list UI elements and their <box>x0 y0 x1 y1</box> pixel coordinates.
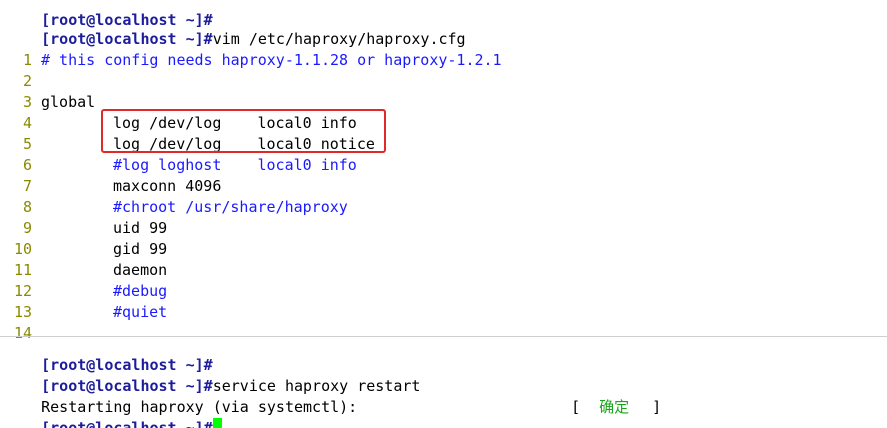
highlight-box <box>101 109 386 153</box>
comment-text: #log loghost local0 info <box>113 156 357 174</box>
line-number: 10 <box>13 240 32 258</box>
comment-text: #chroot /usr/share/haproxy <box>113 198 348 216</box>
code-line: 9 uid 99 <box>0 218 167 239</box>
code-text: maxconn 4096 <box>113 177 222 195</box>
line-number: 12 <box>13 282 32 300</box>
line-number: 13 <box>13 303 32 321</box>
line-number: 6 <box>22 156 32 174</box>
line-number: 2 <box>22 72 32 90</box>
line-number: 9 <box>22 219 32 237</box>
line-number: 8 <box>22 198 32 216</box>
status-bracket-close-wrap: ] <box>616 376 661 416</box>
terminal-line-2: [root@localhost ~]#service haproxy resta… <box>5 355 420 395</box>
line-number: 1 <box>22 51 32 69</box>
code-line: 10 gid 99 <box>0 239 167 260</box>
code-line: 12 #debug <box>0 281 167 302</box>
code-line: 8 #chroot /usr/share/haproxy <box>0 197 348 218</box>
code-text: gid 99 <box>113 240 168 258</box>
terminal-output-pane[interactable]: [root@localhost ~]# [root@localhost ~]#s… <box>0 336 887 428</box>
terminal-line-3: Restarting haproxy (via systemctl): <box>5 376 357 416</box>
shell-prompt: [root@localhost ~]# <box>41 30 213 48</box>
code-line: 3 global <box>0 92 95 113</box>
code-line: 1 # this config needs haproxy-1.1.28 or h… <box>0 50 502 71</box>
status-bracket-close: ] <box>652 398 662 416</box>
line-number: 11 <box>13 261 32 279</box>
line-number: 7 <box>22 177 32 195</box>
terminal-line-4: [root@localhost ~]# <box>5 397 222 428</box>
code-line: 13 #quiet <box>0 302 167 323</box>
code-text: daemon <box>113 261 168 279</box>
comment-text: #debug <box>113 282 168 300</box>
code-text: uid 99 <box>113 219 168 237</box>
command-text: vim /etc/haproxy/haproxy.cfg <box>212 30 466 48</box>
terminal-line-1: [root@localhost ~]# <box>5 337 213 374</box>
line-number: 3 <box>22 93 32 111</box>
comment-text: # this config needs haproxy-1.1.28 or ha… <box>41 51 502 69</box>
code-text: global <box>41 93 96 111</box>
comment-text: #quiet <box>113 303 168 321</box>
code-line: 6 #log loghost local0 info <box>0 155 357 176</box>
code-line: 2 <box>0 71 41 92</box>
line-number: 4 <box>22 114 32 132</box>
code-line: 7 maxconn 4096 <box>0 176 221 197</box>
line-number: 5 <box>22 135 32 153</box>
vim-command-line: [root@localhost ~]#vim /etc/haproxy/hapr… <box>5 8 465 48</box>
code-line: 11 daemon <box>0 260 167 281</box>
vim-editor-pane[interactable]: [root@localhost ~]# [root@localhost ~]#v… <box>0 0 887 340</box>
